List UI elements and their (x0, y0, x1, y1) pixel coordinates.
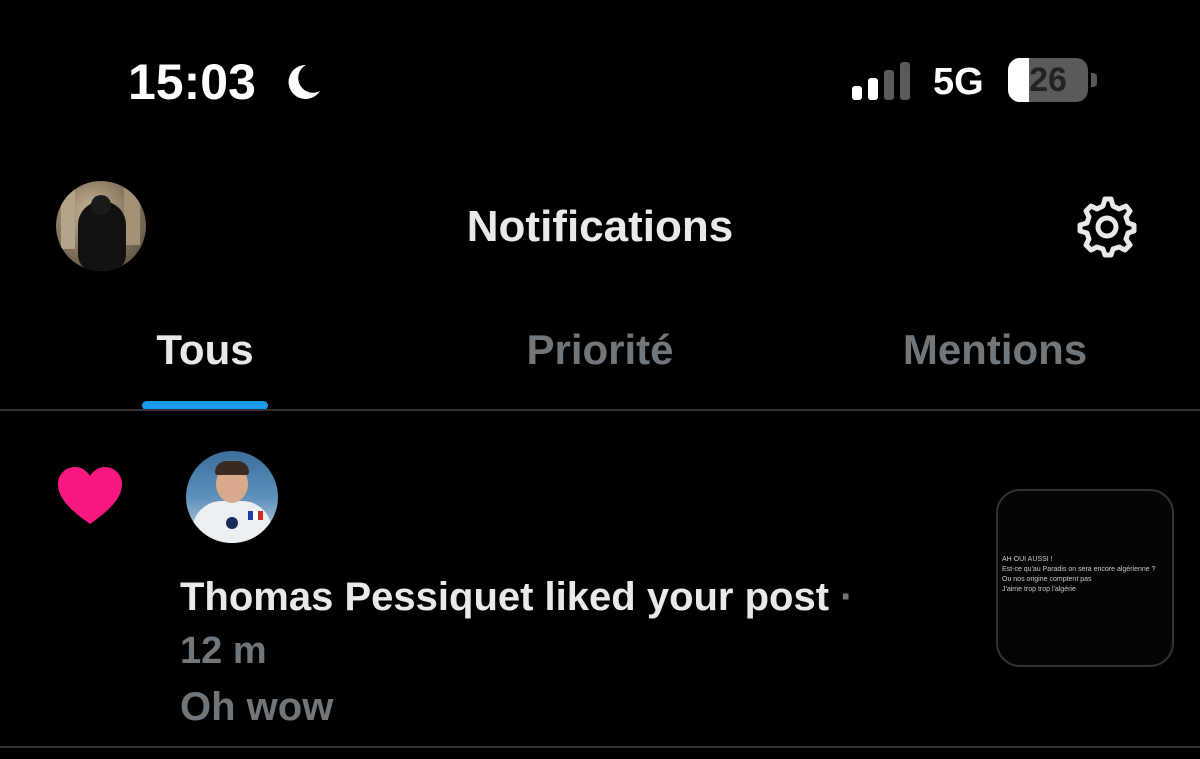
avatar-patch (226, 517, 238, 529)
avatar-hair (215, 461, 249, 475)
cellular-signal-icon (852, 62, 910, 100)
post-preview-line: AH OUI AUSSI ! (1002, 556, 1053, 563)
page-title: Notifications (466, 202, 734, 251)
heart-icon (58, 467, 122, 524)
divider (0, 746, 1200, 748)
tab-mentions[interactable]: Mentions (855, 322, 1135, 382)
avatar-flag (258, 511, 263, 520)
notification-text: Thomas Pessiquet liked your post · (180, 571, 980, 623)
post-thumbnail[interactable]: AH OUI AUSSI ! Est-ce qu'au Paradis on s… (996, 489, 1174, 667)
post-preview-line: Est-ce qu'au Paradis on sera encore algé… (1002, 566, 1156, 573)
post-snippet: Oh wow (180, 685, 334, 729)
battery-tip (1091, 73, 1097, 87)
battery-indicator: 26 (1008, 58, 1098, 104)
notifications-screen: 15:03 5G 26 Notifications Tous Priorité … (0, 0, 1200, 759)
battery-body: 26 (1008, 58, 1088, 102)
network-type: 5G (933, 61, 984, 103)
notification-item[interactable]: Thomas Pessiquet liked your post · 12 m … (0, 411, 1200, 747)
tab-priority[interactable]: Priorité (450, 322, 750, 382)
separator-dot: · (840, 575, 854, 619)
tab-all[interactable]: Tous (105, 322, 305, 382)
notification-message: Thomas Pessiquet liked your post (180, 575, 830, 619)
status-time: 15:03 (128, 54, 256, 110)
gear-icon[interactable] (1076, 196, 1138, 258)
moon-icon (288, 64, 320, 99)
post-preview-line: Ou nos origine comptent pas (1002, 576, 1092, 583)
notification-time: 12 m (180, 630, 267, 672)
post-preview-line: J'aime trop trop l'algérie (1002, 586, 1076, 593)
liker-avatar[interactable] (186, 451, 278, 543)
battery-level: 26 (1029, 61, 1067, 99)
